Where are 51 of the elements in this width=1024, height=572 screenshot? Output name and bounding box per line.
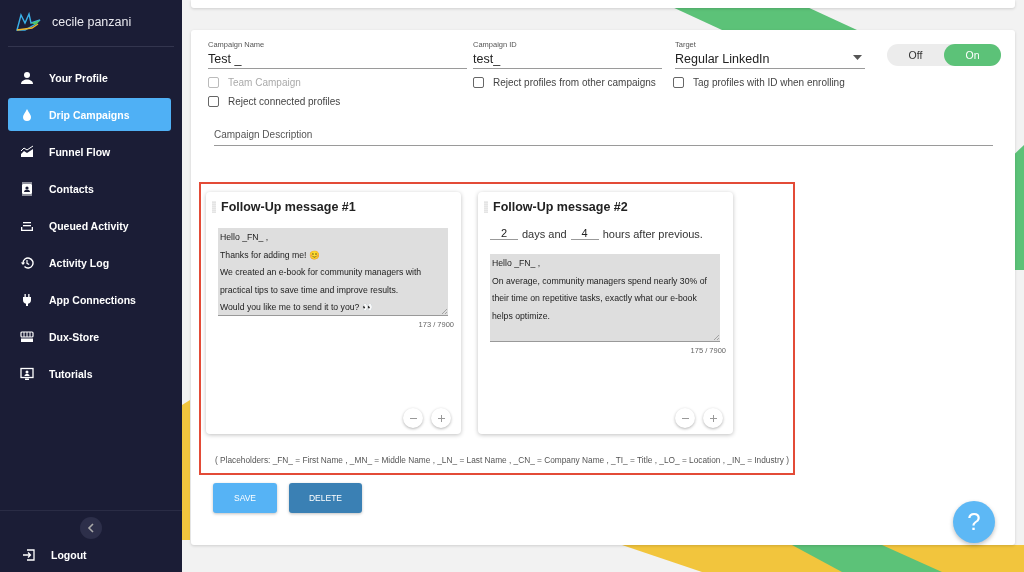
sidebar-item[interactable]: Tutorials: [8, 357, 171, 390]
resize-grip-icon[interactable]: [441, 308, 447, 314]
checkbox-label: Team Campaign: [228, 77, 301, 88]
caret-icon: [853, 55, 862, 60]
hours-label: hours after previous.: [602, 228, 703, 240]
sidebar-item[interactable]: Queued Activity: [8, 209, 171, 242]
plus-icon: [436, 413, 446, 423]
checkbox[interactable]: [473, 77, 484, 88]
message-field[interactable]: Hello _FN_ , Thanks for adding me! 😊 We created an e-book for community managers with practical tips to save time and improve results. Would you like me to send it to you? 👀: [218, 228, 448, 316]
add-button[interactable]: [703, 408, 723, 428]
chart-icon: [20, 144, 34, 159]
toggle-option[interactable]: Off: [887, 43, 944, 66]
history-icon: [20, 255, 34, 270]
collapse-button[interactable]: [80, 517, 102, 539]
sidebar-item[interactable]: Activity Log: [8, 246, 171, 279]
remove-button[interactable]: [675, 408, 695, 428]
sidebar-item[interactable]: Your Profile: [8, 61, 171, 94]
add-button[interactable]: [431, 408, 451, 428]
user-name: cecile panzani: [52, 15, 132, 29]
sidebar-item[interactable]: App Connections: [8, 283, 171, 316]
sidebar-item[interactable]: Dux-Store: [8, 320, 171, 353]
message-title: Follow-Up message #1: [221, 200, 356, 214]
bird-logo-icon: [15, 12, 42, 32]
days-label: days and: [522, 228, 567, 240]
checkbox-label: Tag profiles with ID when enrolling: [693, 77, 845, 88]
store-icon: [20, 329, 34, 344]
days-field[interactable]: 2: [490, 227, 518, 240]
checkbox[interactable]: [673, 77, 684, 88]
logout-icon: [22, 548, 36, 562]
remove-button[interactable]: [403, 408, 423, 428]
chevron-left-icon: [87, 523, 95, 533]
message-field[interactable]: Hello _FN_ , On average, community managers spend nearly 30% of their time on repetitive tasks, exactly what our e-book helps optimize.: [490, 254, 720, 342]
plus-icon: [708, 413, 718, 423]
resize-grip-icon[interactable]: [713, 334, 719, 340]
on-off-toggle[interactable]: Off On: [887, 43, 1001, 66]
sidebar-item[interactable]: Contacts: [8, 172, 171, 205]
person-icon: [20, 70, 34, 85]
message-title: Follow-Up message #2: [493, 200, 628, 214]
sidebar-item[interactable]: Funnel Flow: [8, 135, 171, 168]
checkbox-label: Reject connected profiles: [228, 96, 341, 107]
description-field[interactable]: Campaign Description: [214, 129, 993, 146]
plug-icon: [20, 292, 34, 307]
logout-link[interactable]: Logout: [22, 548, 87, 562]
checkbox-label: Reject profiles from other campaigns: [493, 77, 656, 88]
placeholders-note: ( Placeholders: _FN_ = First Name , _MN_ = Middle Name , _LN_ = Last Name , _CN_ = Company Name , _TI_ = Title , _LO_ = Location , _IN_ = Industry ): [215, 455, 790, 465]
drop-icon: [20, 107, 34, 122]
checkbox[interactable]: [208, 96, 219, 107]
contact-icon: [20, 181, 34, 196]
delete-button[interactable]: DELETE: [289, 483, 362, 513]
hours-field[interactable]: 4: [570, 227, 599, 240]
monitor-icon: [20, 366, 34, 381]
